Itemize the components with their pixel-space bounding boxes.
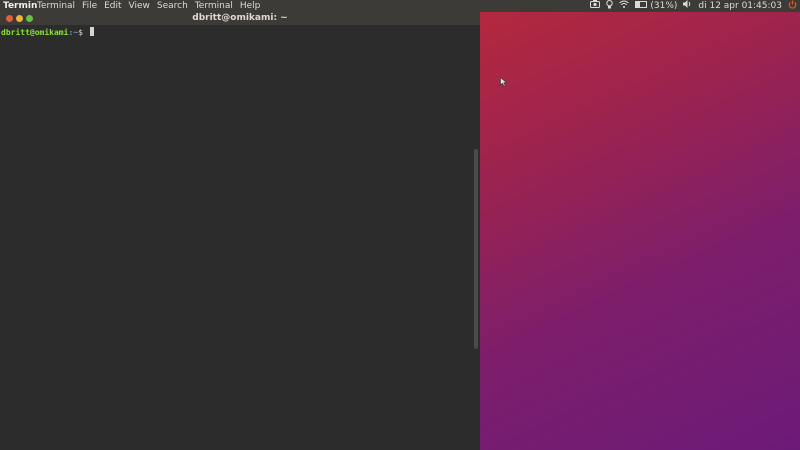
top-panel: Termin Terminal File Edit View Search Te…: [0, 0, 800, 12]
scrollbar-thumb[interactable]: [474, 149, 478, 349]
camera-icon[interactable]: [590, 0, 601, 12]
terminal-window[interactable]: dbritt@omikami:~$: [0, 12, 480, 450]
indicator-area: (31%) di 12 apr 01:45:03: [590, 0, 797, 12]
battery-level: [636, 2, 640, 7]
battery-percent: (31%): [650, 1, 678, 11]
shell-prompt: dbritt@omikami:~$: [1, 26, 94, 40]
menu-view[interactable]: View: [129, 0, 150, 12]
prompt-symbol: $: [78, 28, 88, 37]
maximize-button[interactable]: [26, 15, 33, 22]
menu-terminal[interactable]: Terminal: [195, 0, 233, 12]
scrollbar[interactable]: [472, 25, 480, 450]
volume-icon[interactable]: [683, 0, 692, 12]
desktop-background[interactable]: [480, 12, 800, 450]
terminal-content[interactable]: dbritt@omikami:~$: [0, 25, 472, 450]
menu-search[interactable]: Search: [157, 0, 188, 12]
menu-edit[interactable]: Edit: [104, 0, 121, 12]
lightbulb-icon[interactable]: [606, 0, 614, 13]
app-menu-title[interactable]: Termin: [3, 0, 37, 12]
menu-terminal-app[interactable]: Terminal: [37, 0, 75, 12]
power-icon[interactable]: [788, 0, 797, 13]
close-button[interactable]: [6, 15, 13, 22]
prompt-path: :~: [68, 28, 79, 37]
wifi-icon[interactable]: [619, 0, 630, 12]
prompt-user: dbritt@omikami: [1, 28, 69, 37]
menu-bar: Terminal File Edit View Search Terminal …: [37, 0, 260, 12]
clock[interactable]: di 12 apr 01:45:03: [698, 0, 782, 12]
minimize-button[interactable]: [16, 15, 23, 22]
text-cursor: [89, 27, 94, 36]
mouse-pointer-icon: [500, 77, 508, 87]
window-title: dbritt@omikami: ~: [192, 13, 288, 23]
menu-help[interactable]: Help: [240, 0, 261, 12]
battery-icon[interactable]: (31%): [635, 0, 677, 12]
menu-file[interactable]: File: [82, 0, 97, 12]
